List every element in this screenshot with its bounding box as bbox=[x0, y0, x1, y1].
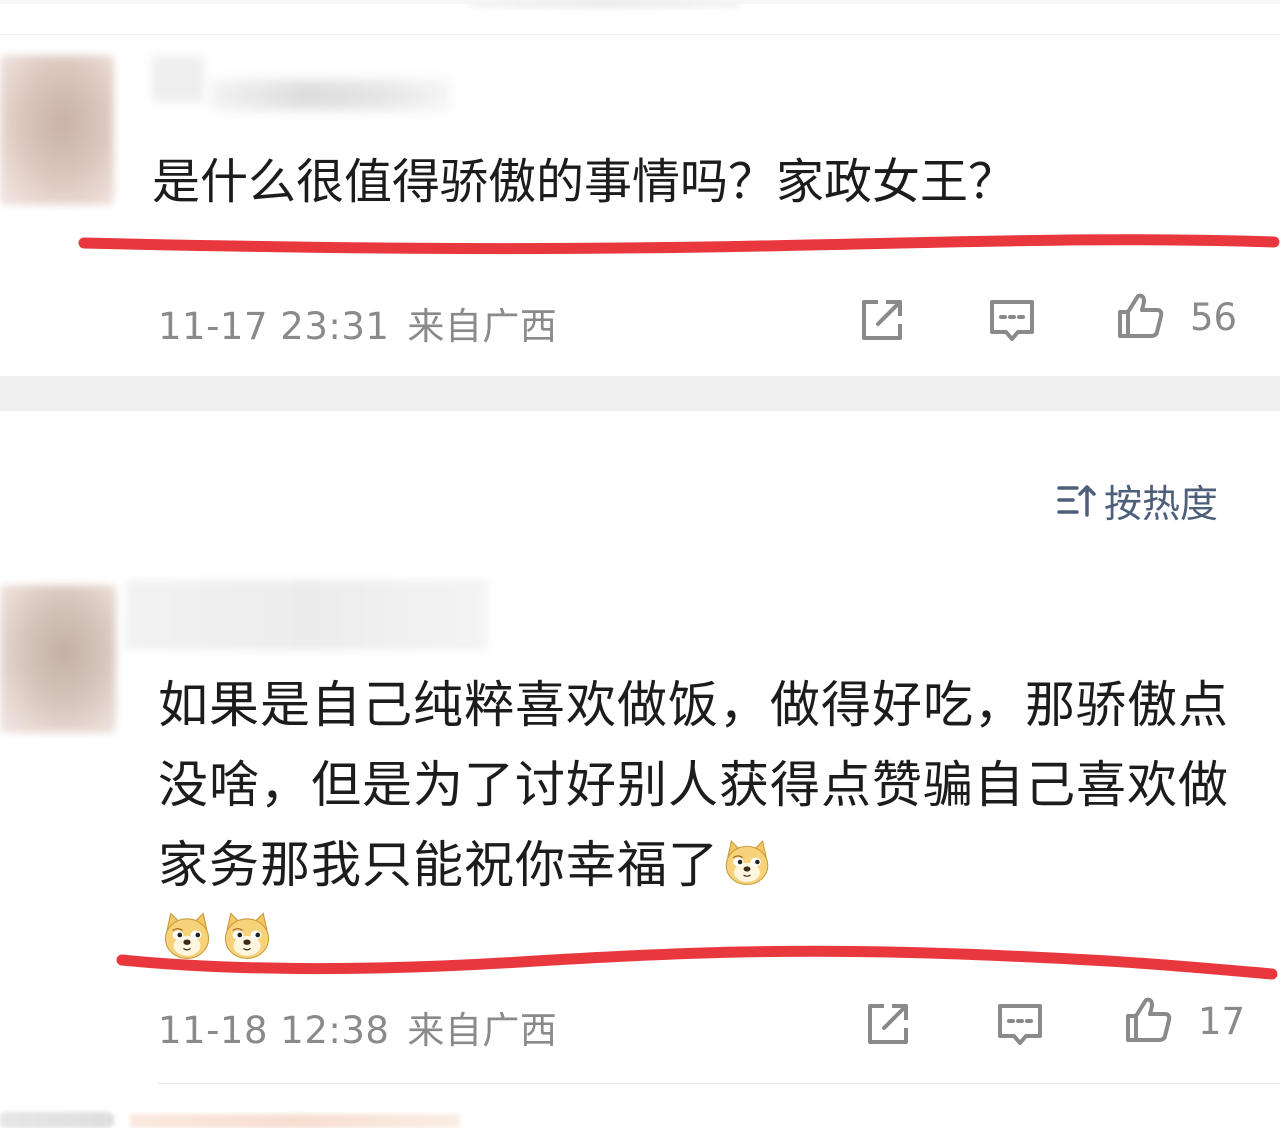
divider bbox=[158, 1083, 1280, 1084]
comment-time: 11-17 23:31 bbox=[158, 305, 390, 348]
comment-icon[interactable] bbox=[994, 998, 1046, 1050]
comment-meta: 11-18 12:38 来自广西 bbox=[158, 1000, 557, 1054]
like-icon[interactable] bbox=[1114, 290, 1166, 342]
doge-emoji bbox=[721, 836, 773, 888]
comment-text: 是什么很值得骄傲的事情吗？家政女王？ bbox=[152, 154, 1017, 210]
comment-body: 如果是自己纯粹喜欢做饭，做得好吃，那骄傲点没啥，但是为了讨好别人获得点赞骗自己喜… bbox=[158, 676, 1229, 894]
comment-meta: 11-17 23:31 来自广西 bbox=[158, 296, 557, 350]
like-count: 17 bbox=[1198, 1000, 1246, 1043]
red-underline-annotation bbox=[116, 945, 1278, 980]
username-blurred[interactable] bbox=[152, 56, 204, 102]
username-blurred[interactable] bbox=[126, 580, 488, 650]
comment-icon[interactable] bbox=[986, 294, 1038, 346]
sort-icon bbox=[1057, 485, 1096, 517]
comment-location: 来自广西 bbox=[407, 1009, 558, 1052]
avatar[interactable] bbox=[0, 585, 116, 733]
share-icon[interactable] bbox=[862, 998, 914, 1050]
like-icon[interactable] bbox=[1122, 994, 1174, 1046]
sort-by-hot-button[interactable]: 按热度 bbox=[1056, 474, 1218, 526]
divider bbox=[0, 34, 1280, 35]
username-blurred[interactable] bbox=[130, 1114, 460, 1128]
username-blurred[interactable] bbox=[210, 80, 450, 110]
avatar[interactable] bbox=[0, 1112, 114, 1128]
like-count: 56 bbox=[1190, 296, 1238, 339]
sort-label: 按热度 bbox=[1104, 481, 1219, 526]
red-underline-annotation bbox=[78, 234, 1280, 255]
share-icon[interactable] bbox=[856, 294, 908, 346]
comment-location: 来自广西 bbox=[407, 305, 558, 348]
section-separator bbox=[0, 376, 1280, 411]
comment-time: 11-18 12:38 bbox=[158, 1009, 390, 1052]
avatar[interactable] bbox=[0, 55, 114, 205]
previous-content-blur bbox=[470, 0, 740, 8]
comment-text: 如果是自己纯粹喜欢做饭，做得好吃，那骄傲点没啥，但是为了讨好别人获得点赞骗自己喜… bbox=[158, 665, 1248, 905]
